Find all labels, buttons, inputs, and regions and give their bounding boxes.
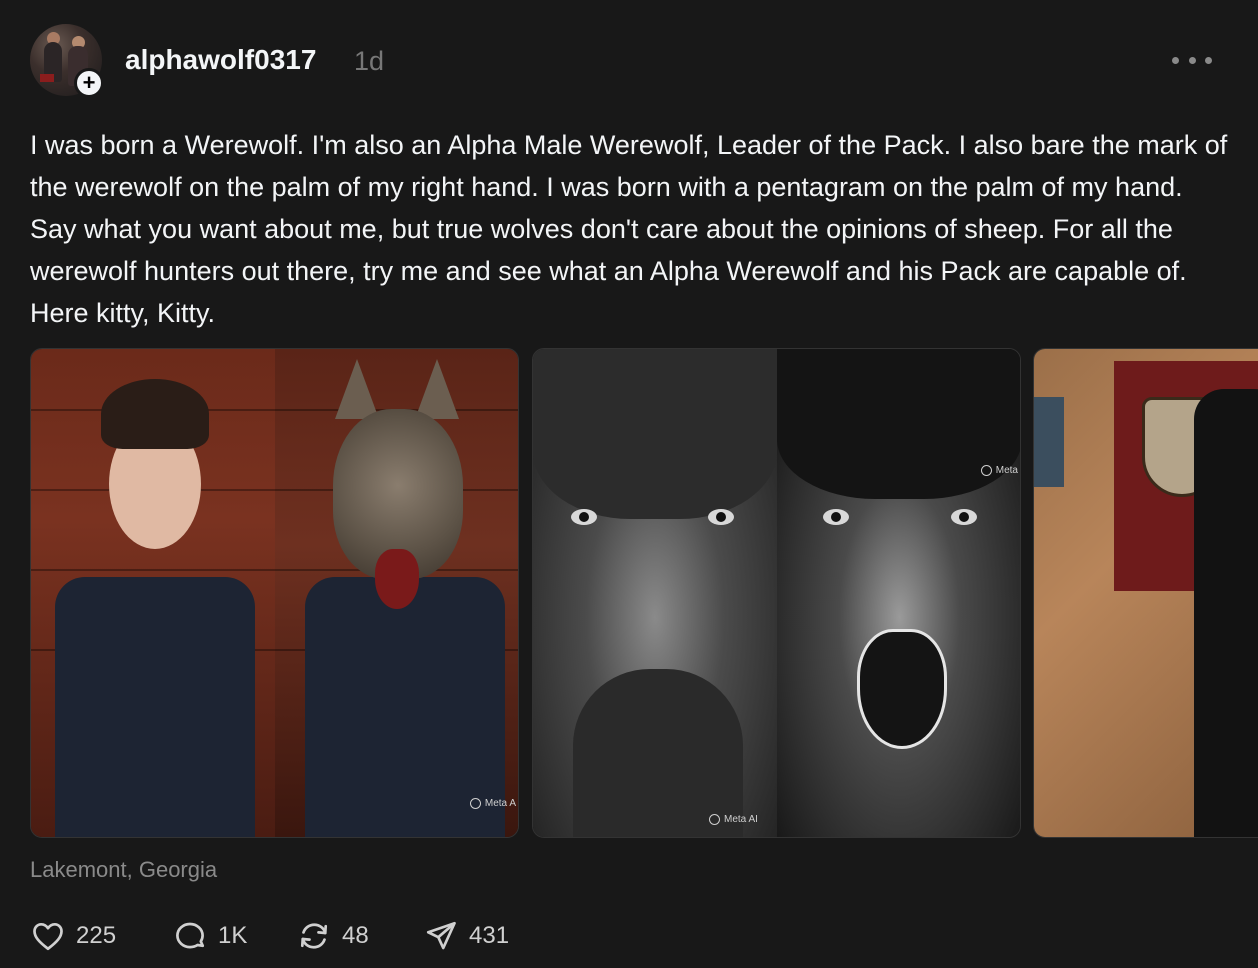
- comment-icon: [176, 922, 205, 949]
- repost-button[interactable]: 48: [296, 915, 369, 957]
- image-man-and-werewolf[interactable]: Meta A: [30, 348, 519, 838]
- post-text: I was born a Werewolf. I'm also an Alpha…: [30, 130, 1228, 328]
- share-count: 431: [469, 922, 510, 949]
- meta-watermark-top: Meta: [980, 465, 1018, 476]
- repost-icon: [300, 923, 328, 949]
- image-room-banner[interactable]: [1033, 348, 1258, 838]
- heart-icon: [33, 922, 63, 951]
- comment-button[interactable]: 1K: [172, 915, 247, 957]
- image-grayscale-faces[interactable]: Meta Meta AI: [532, 348, 1021, 838]
- follow-plus-icon[interactable]: +: [74, 68, 104, 98]
- repost-count: 48: [342, 922, 369, 949]
- post-actions: 225 1K 48 431: [30, 915, 630, 957]
- username[interactable]: alphawolf0317: [125, 44, 316, 76]
- post-timestamp[interactable]: 1d: [354, 46, 384, 77]
- thread-post: + alphawolf0317 1d I was born a Werewolf…: [0, 0, 1258, 968]
- comment-count: 1K: [218, 922, 248, 949]
- ellipsis-icon[interactable]: [1172, 48, 1212, 72]
- post-location[interactable]: Lakemont, Georgia: [30, 857, 217, 883]
- share-button[interactable]: 431: [423, 915, 509, 957]
- media-carousel[interactable]: Meta A Meta Meta AI: [30, 348, 1258, 838]
- meta-ai-watermark: Meta AI: [709, 814, 758, 825]
- like-button[interactable]: 225: [30, 915, 116, 957]
- send-icon: [426, 921, 456, 950]
- meta-ai-watermark: Meta A: [469, 798, 516, 809]
- like-count: 225: [76, 922, 117, 949]
- avatar-container[interactable]: +: [30, 24, 104, 98]
